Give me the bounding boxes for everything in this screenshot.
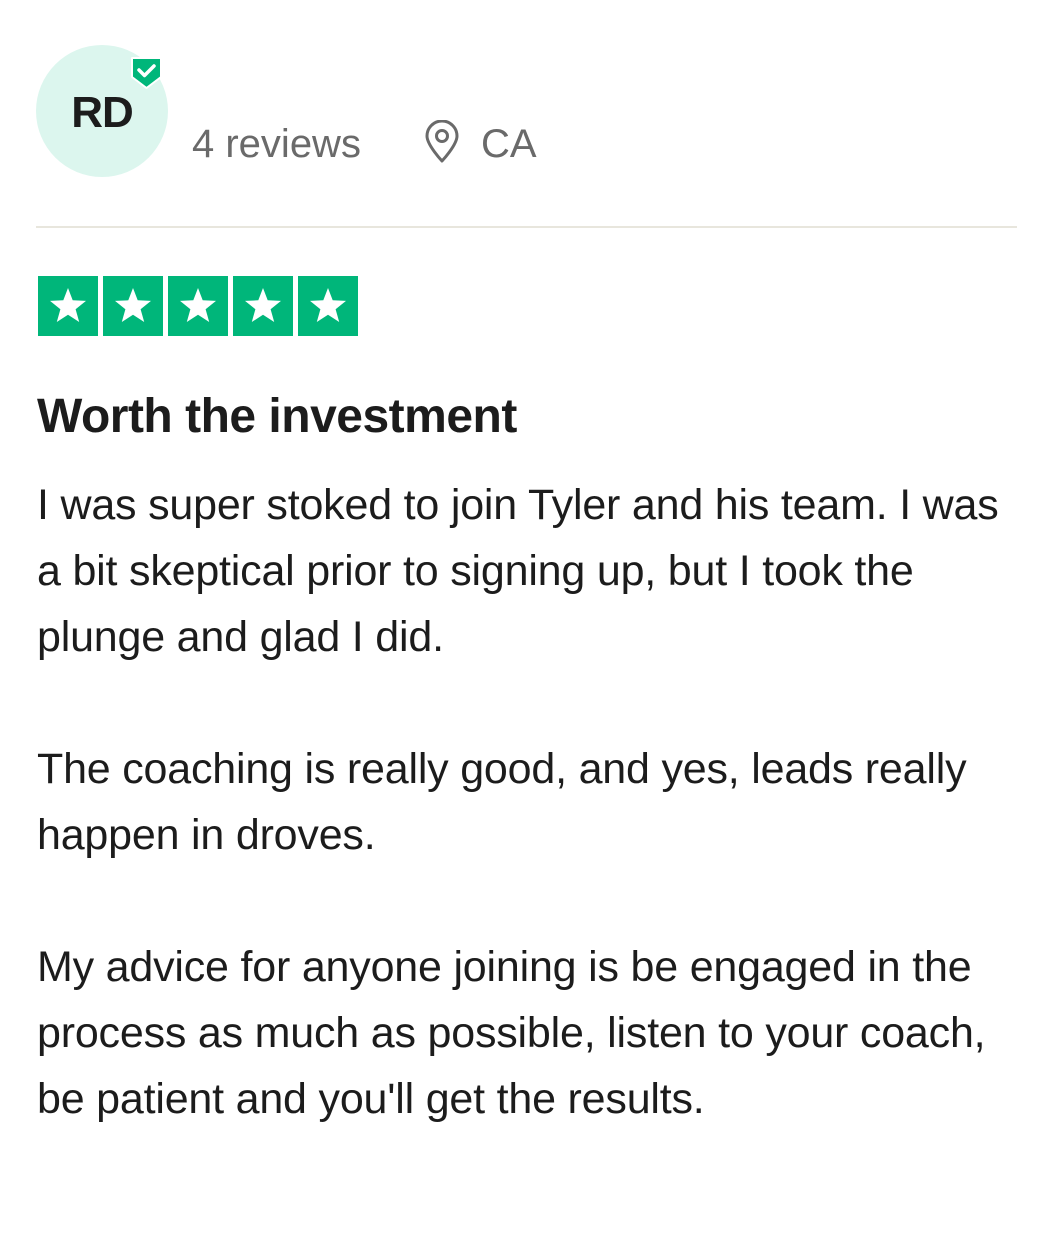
star-1: [38, 276, 98, 336]
star-5: [298, 276, 358, 336]
reviews-count: 4 reviews: [192, 122, 361, 166]
review-body: I was super stoked to join Tyler and his…: [37, 472, 1022, 1132]
location-text: CA: [481, 122, 537, 166]
review-card: RD 4 reviews CA Worth the investment I w…: [0, 0, 1046, 1247]
location-pin-icon: [425, 120, 459, 163]
review-paragraph: My advice for anyone joining is be engag…: [37, 943, 986, 1123]
review-paragraph: The coaching is really good, and yes, le…: [37, 745, 967, 859]
review-title[interactable]: Worth the investment: [37, 388, 517, 446]
star-icon: [180, 288, 216, 322]
avatar-initials: RD: [71, 88, 134, 137]
star-3: [168, 276, 228, 336]
star-icon: [310, 288, 346, 322]
star-icon: [115, 288, 151, 322]
star-4: [233, 276, 293, 336]
divider: [36, 226, 1017, 228]
star-icon: [245, 288, 281, 322]
review-paragraph: I was super stoked to join Tyler and his…: [37, 481, 999, 661]
star-rating: [38, 276, 358, 336]
verified-check-icon: [131, 57, 162, 89]
star-icon: [50, 288, 86, 322]
star-2: [103, 276, 163, 336]
